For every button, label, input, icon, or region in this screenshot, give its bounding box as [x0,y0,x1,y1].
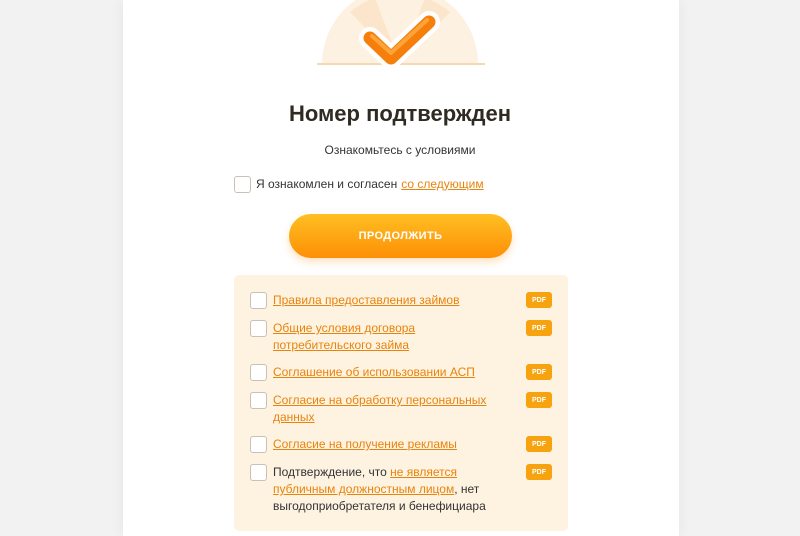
document-item: Согласие на получение рекламы PDF [250,436,552,453]
document-link[interactable]: Общие условия договора потребительского … [273,321,415,352]
document-text: Согласие на обработку персональных данны… [273,392,526,426]
document-checkbox[interactable] [250,364,267,381]
agreement-label: Я ознакомлен и согласен [256,177,398,191]
document-item: Подтверждение, что не является публичным… [250,464,552,515]
pdf-badge[interactable]: PDF [526,364,552,380]
document-prefix: Подтверждение, что [273,465,387,479]
document-link[interactable]: Правила предоставления займов [273,293,459,307]
pdf-badge[interactable]: PDF [526,392,552,408]
document-checkbox[interactable] [250,392,267,409]
pdf-badge[interactable]: PDF [526,320,552,336]
document-checkbox[interactable] [250,320,267,337]
document-item: Правила предоставления займов PDF [250,292,552,309]
agreement-row: Я ознакомлен и согласен со следующим [234,175,484,193]
pdf-badge[interactable]: PDF [526,292,552,308]
success-checkmark-icon [317,0,485,68]
document-text: Общие условия договора потребительского … [273,320,526,354]
pdf-badge[interactable]: PDF [526,464,552,480]
document-link[interactable]: Согласие на обработку персональных данны… [273,393,486,424]
document-link[interactable]: Соглашение об использовании АСП [273,365,475,379]
document-item: Согласие на обработку персональных данны… [250,392,552,426]
pdf-badge[interactable]: PDF [526,436,552,452]
document-text: Подтверждение, что не является публичным… [273,464,526,515]
document-text: Правила предоставления займов [273,292,526,309]
document-item: Соглашение об использовании АСП PDF [250,364,552,381]
document-checkbox[interactable] [250,436,267,453]
agreement-checkbox[interactable] [234,175,251,193]
document-checkbox[interactable] [250,464,267,481]
document-link[interactable]: Согласие на получение рекламы [273,437,457,451]
documents-panel: Правила предоставления займов PDF Общие … [234,275,568,531]
document-item: Общие условия договора потребительского … [250,320,552,354]
document-text: Соглашение об использовании АСП [273,364,526,381]
continue-button[interactable]: ПРОДОЛЖИТЬ [289,214,512,258]
agreement-link[interactable]: со следующим [401,177,483,191]
document-checkbox[interactable] [250,292,267,309]
page-title: Номер подтвержден [289,101,511,126]
document-text: Согласие на получение рекламы [273,436,526,453]
page-subtitle: Ознакомьтесь с условиями [324,143,476,157]
